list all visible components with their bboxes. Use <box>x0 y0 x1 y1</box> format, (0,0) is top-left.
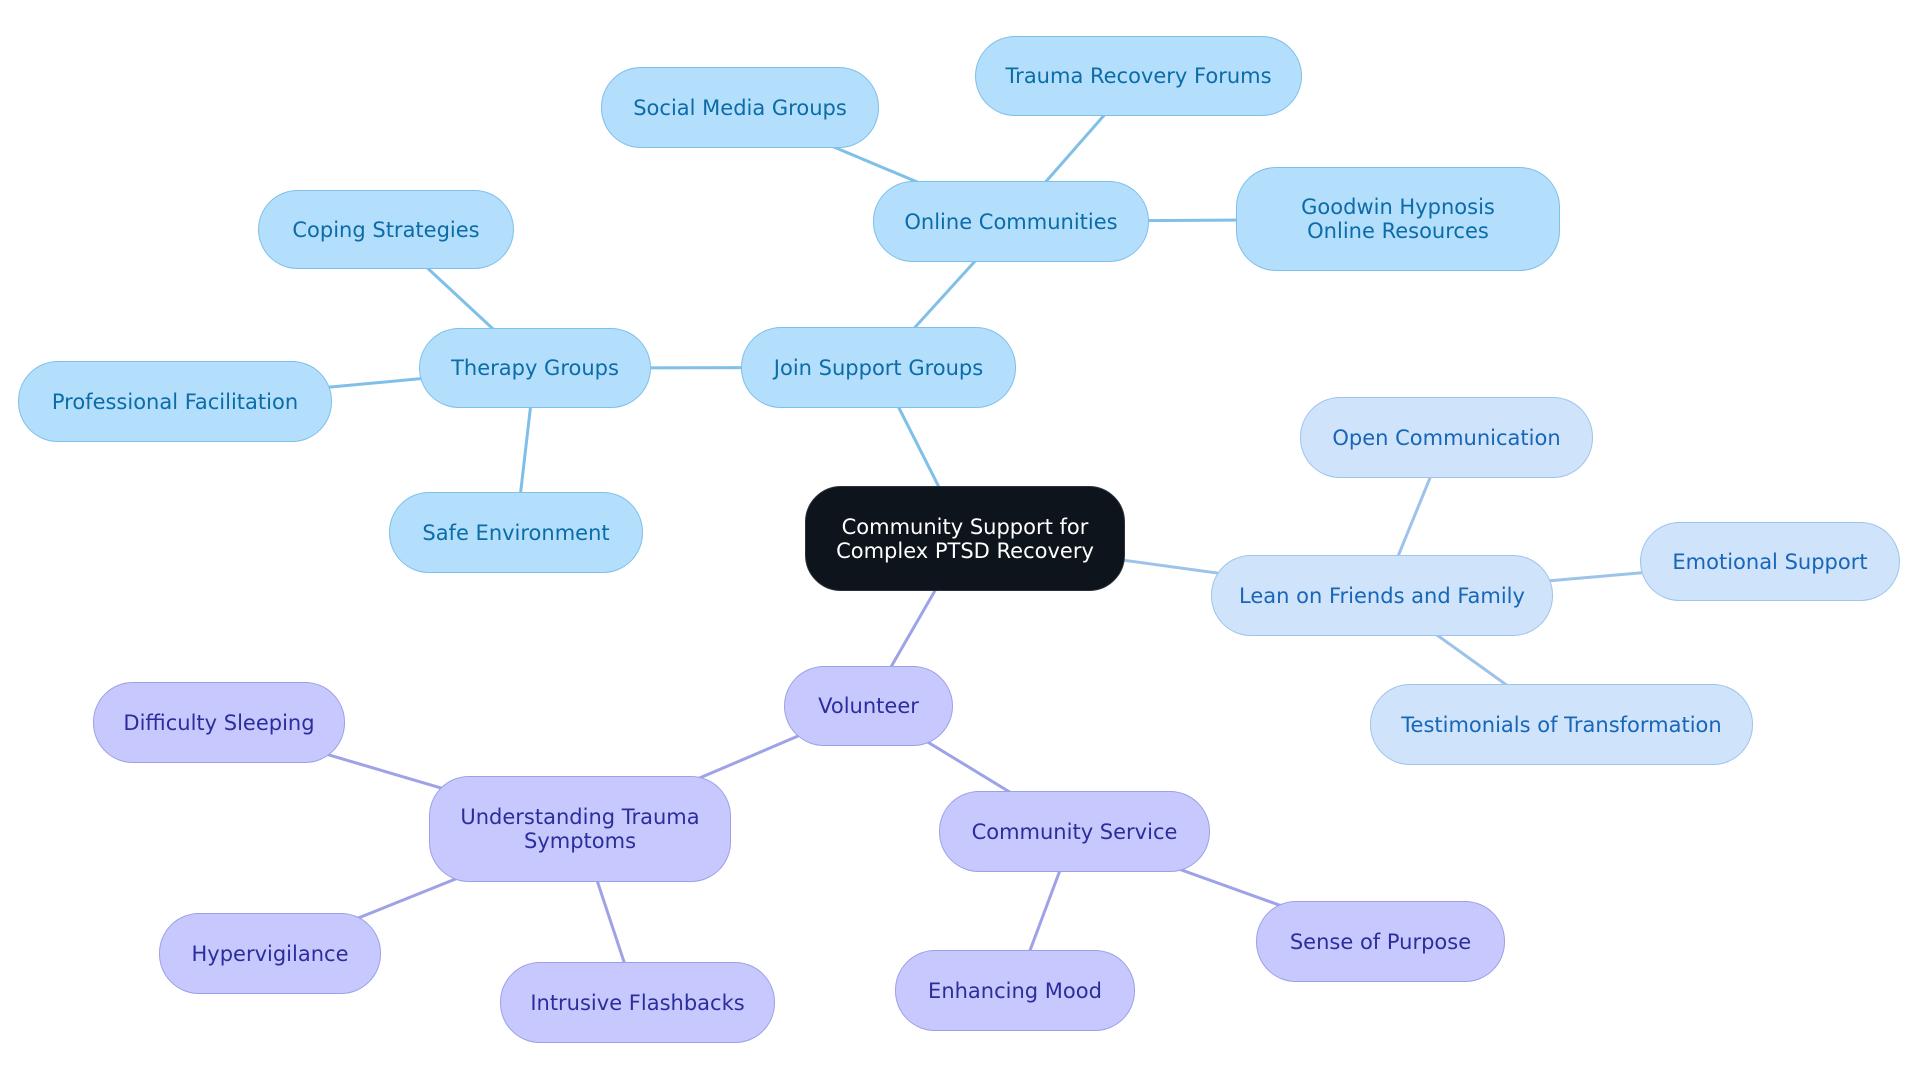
node-open-communication[interactable]: Open Communication <box>1300 397 1593 478</box>
node-online-communities[interactable]: Online Communities <box>873 181 1149 262</box>
node-social-media-groups[interactable]: Social Media Groups <box>601 67 879 148</box>
node-label: Hypervigilance <box>191 941 349 966</box>
node-lean-on-friends-and-family[interactable]: Lean on Friends and Family <box>1211 555 1553 636</box>
node-label: Lean on Friends and Family <box>1239 583 1525 608</box>
node-label: Open Communication <box>1332 425 1561 450</box>
node-label: Safe Environment <box>422 520 610 545</box>
node-intrusive-flashbacks[interactable]: Intrusive Flashbacks <box>500 962 775 1043</box>
node-label: Coping Strategies <box>292 217 480 242</box>
node-goodwin-hypnosis-online-resources[interactable]: Goodwin Hypnosis Online Resources <box>1236 167 1560 271</box>
node-label: Social Media Groups <box>633 95 847 120</box>
node-volunteer[interactable]: Volunteer <box>784 666 953 746</box>
node-label: Difficulty Sleeping <box>123 710 315 735</box>
node-label: Sense of Purpose <box>1289 929 1472 954</box>
node-label: Enhancing Mood <box>928 978 1102 1003</box>
node-hypervigilance[interactable]: Hypervigilance <box>159 913 381 994</box>
node-trauma-recovery-forums[interactable]: Trauma Recovery Forums <box>975 36 1302 116</box>
node-emotional-support[interactable]: Emotional Support <box>1640 522 1900 601</box>
node-label: Online Communities <box>904 209 1118 234</box>
root-node-label: Community Support for Complex PTSD Recov… <box>836 514 1094 563</box>
node-label: Intrusive Flashbacks <box>530 990 745 1015</box>
node-safe-environment[interactable]: Safe Environment <box>389 492 643 573</box>
node-label: Goodwin Hypnosis Online Resources <box>1301 195 1495 243</box>
node-community-service[interactable]: Community Service <box>939 791 1210 872</box>
node-label: Understanding Trauma Symptoms <box>460 805 700 853</box>
node-sense-of-purpose[interactable]: Sense of Purpose <box>1256 901 1505 982</box>
node-testimonials-of-transformation[interactable]: Testimonials of Transformation <box>1370 684 1753 765</box>
node-label: Testimonials of Transformation <box>1401 712 1722 737</box>
root-node[interactable]: Community Support for Complex PTSD Recov… <box>805 486 1125 591</box>
node-label: Emotional Support <box>1672 549 1868 574</box>
node-professional-facilitation[interactable]: Professional Facilitation <box>18 361 332 442</box>
node-label: Community Service <box>971 819 1178 844</box>
node-label: Professional Facilitation <box>51 389 299 414</box>
node-enhancing-mood[interactable]: Enhancing Mood <box>895 950 1135 1031</box>
node-label: Therapy Groups <box>451 356 619 380</box>
node-therapy-groups[interactable]: Therapy Groups <box>419 328 651 408</box>
node-label: Join Support Groups <box>773 355 984 380</box>
node-join-support-groups[interactable]: Join Support Groups <box>741 327 1016 408</box>
node-understanding-trauma-symptoms[interactable]: Understanding Trauma Symptoms <box>429 776 731 882</box>
node-difficulty-sleeping[interactable]: Difficulty Sleeping <box>93 682 345 763</box>
node-coping-strategies[interactable]: Coping Strategies <box>258 190 514 269</box>
node-label: Trauma Recovery Forums <box>1005 64 1272 88</box>
node-label: Volunteer <box>818 694 919 718</box>
